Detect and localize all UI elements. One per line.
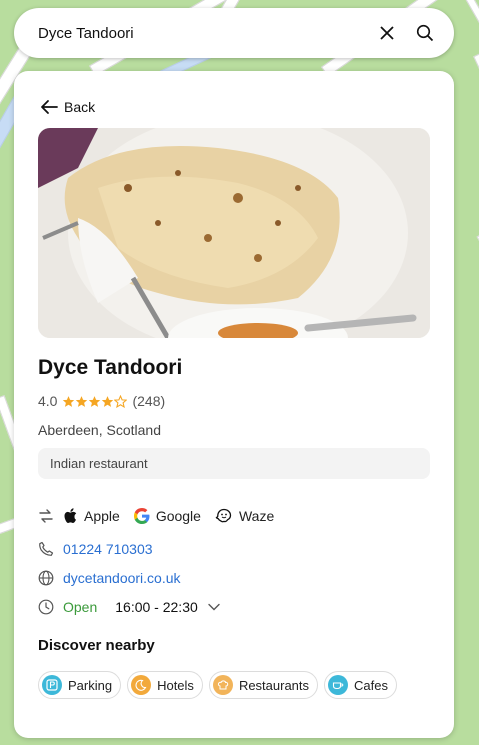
rating-stars [62, 394, 128, 408]
star-filled-icon [102, 395, 114, 407]
star-filled-icon [89, 395, 101, 407]
category-badge: Indian restaurant [38, 448, 430, 479]
close-icon[interactable] [372, 18, 402, 48]
clock-icon [38, 599, 54, 615]
nearby-chip-label: Cafes [354, 677, 388, 693]
review-count[interactable]: (248) [132, 393, 165, 409]
apple-label: Apple [84, 508, 120, 524]
star-empty-icon [114, 394, 128, 408]
search-input[interactable] [38, 24, 364, 42]
nearby-chips: Parking Hotels Restaurants Cafes [38, 671, 403, 699]
nearby-chip-label: Parking [68, 677, 113, 693]
apple-icon [64, 508, 77, 523]
navigation-options: Apple Google Waze [38, 508, 288, 524]
place-details-panel: Back Dyce Tandoori 4.0 (248) Aberdeen, S… [14, 71, 454, 738]
search-icon[interactable] [410, 18, 440, 48]
search-bar [14, 8, 454, 58]
rating-value: 4.0 [38, 393, 58, 409]
coffee-cup-icon [328, 675, 349, 695]
google-label: Google [155, 508, 201, 524]
google-icon [133, 508, 150, 524]
arrow-left-icon [41, 100, 58, 114]
nearby-chip-parking[interactable]: Parking [38, 671, 122, 699]
discover-nearby-title: Discover nearby [38, 637, 155, 654]
star-filled-icon [76, 395, 88, 407]
opening-hours: 16:00 - 22:30 [115, 599, 198, 615]
nearby-chip-label: Hotels [157, 677, 194, 693]
place-name: Dyce Tandoori [38, 356, 183, 379]
phone-link[interactable]: 01224 710303 [63, 541, 153, 557]
waze-label: Waze [238, 508, 275, 524]
waze-icon [215, 508, 232, 523]
waze-option[interactable]: Waze [215, 508, 274, 524]
apple-maps-option[interactable]: Apple [64, 508, 120, 524]
open-status: Open [63, 599, 98, 615]
nearby-chip-label: Restaurants [238, 677, 310, 693]
chef-hat-icon [212, 675, 233, 695]
place-location: Aberdeen, Scotland [38, 422, 161, 438]
website-link[interactable]: dycetandoori.co.uk [63, 570, 181, 586]
website-row: dycetandoori.co.uk [38, 570, 181, 586]
google-maps-option[interactable]: Google [133, 508, 201, 524]
rating-row: 4.0 (248) [38, 393, 165, 409]
globe-icon [38, 570, 54, 586]
back-label: Back [64, 99, 96, 115]
directions-icon [38, 508, 54, 524]
moon-icon [131, 675, 152, 695]
hours-row[interactable]: Open 16:00 - 22:30 [38, 599, 220, 615]
phone-icon [39, 541, 54, 556]
nearby-chip-hotels[interactable]: Hotels [127, 671, 203, 699]
chevron-down-icon[interactable] [208, 603, 220, 611]
back-button[interactable]: Back [40, 99, 95, 115]
place-photo[interactable] [38, 128, 430, 338]
star-filled-icon [63, 395, 75, 407]
phone-row: 01224 710303 [38, 541, 153, 557]
nearby-chip-cafes[interactable]: Cafes [324, 671, 397, 699]
parking-icon [42, 675, 62, 695]
nearby-chip-restaurants[interactable]: Restaurants [208, 671, 319, 699]
